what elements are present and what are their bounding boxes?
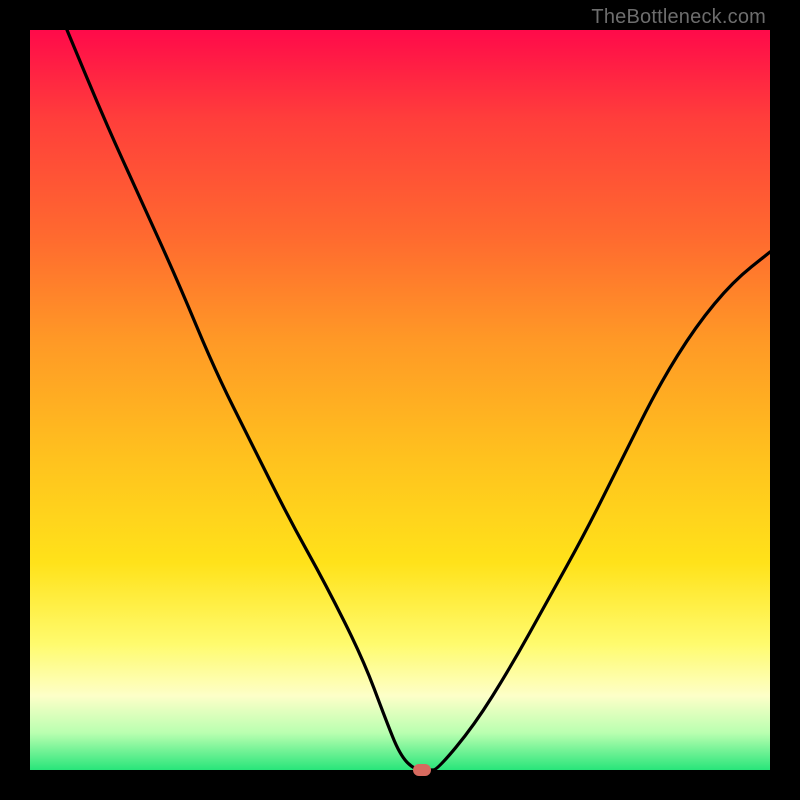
chart-frame: TheBottleneck.com	[0, 0, 800, 800]
plot-area	[30, 30, 770, 770]
optimal-marker	[413, 764, 431, 776]
bottleneck-curve	[30, 30, 770, 770]
watermark-text: TheBottleneck.com	[591, 6, 766, 29]
